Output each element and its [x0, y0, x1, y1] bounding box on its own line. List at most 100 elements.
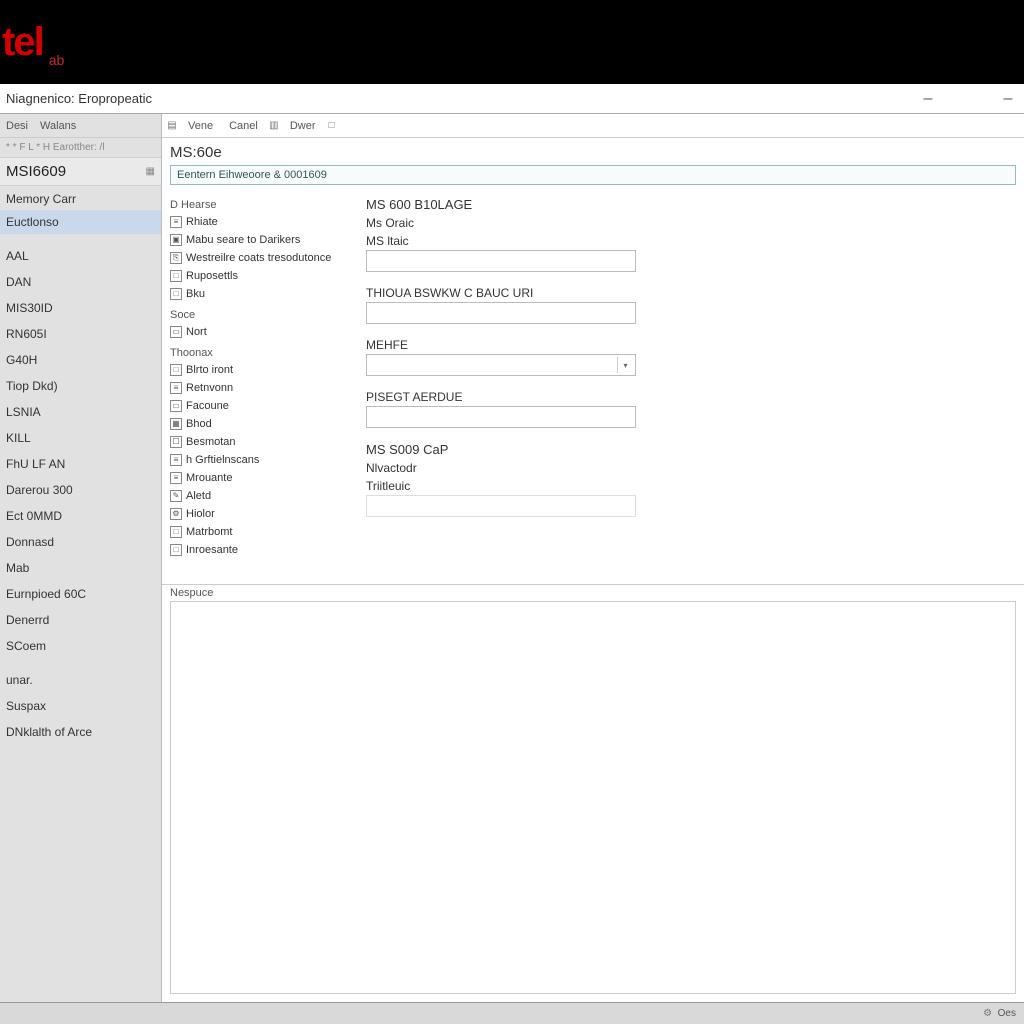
property-list: D Hearse ≡Rhiate ▣Mabu seare to Darikers…	[170, 193, 350, 584]
field-label: THIOUA BSWKW C BAUC URI	[366, 286, 1016, 300]
sidebar-item[interactable]: KILL	[0, 426, 161, 450]
window-title: Niagnenico: Eropropeatic	[6, 91, 152, 106]
check-icon: ☐	[170, 436, 182, 448]
sidebar-item[interactable]: Suspax	[0, 694, 161, 718]
property-heading: Soce	[170, 309, 350, 321]
sidebar-item[interactable]: Darerou 300	[0, 478, 161, 502]
property-row[interactable]: ≡Mrouante	[170, 469, 350, 487]
field-value: Nlvactodr	[366, 461, 1016, 475]
property-row[interactable]: ▭Facoune	[170, 397, 350, 415]
sidebar-item[interactable]: Mab	[0, 556, 161, 580]
property-row[interactable]: ⚙Hiolor	[170, 505, 350, 523]
property-row[interactable]: □Ruposettls	[170, 267, 350, 285]
select-input[interactable]: ▾	[366, 354, 636, 376]
status-text: Oes	[998, 1008, 1016, 1019]
body: D Hearse ≡Rhiate ▣Mabu seare to Darikers…	[162, 185, 1024, 584]
field-value: Ms Oraic	[366, 216, 1016, 230]
sidebar-item-selected[interactable]: Euctlonso	[0, 210, 161, 234]
card-icon: ▭	[170, 400, 182, 412]
app-icon: ▣	[170, 234, 182, 246]
property-label: h Grftielnscans	[186, 453, 259, 467]
property-row[interactable]: ≡ h Grftielnscans	[170, 451, 350, 469]
sidebar-item[interactable]: Ect 0MMD	[0, 504, 161, 528]
content-area: Desi Walans * * F L * H Earotther: /l MS…	[0, 114, 1024, 1002]
text-input[interactable]	[366, 250, 636, 272]
toolbar: ▤ Vene Canel ▥ Dwer □	[162, 114, 1024, 138]
sidebar-item[interactable]: G40H	[0, 348, 161, 372]
property-label: Bhod	[186, 417, 212, 431]
sidebar-item[interactable]: LSNIA	[0, 400, 161, 424]
window-title-bar: Niagnenico: Eropropeatic – –	[0, 84, 1024, 114]
page-title: MS:60e	[162, 138, 1024, 165]
property-label: Nort	[186, 325, 207, 339]
property-label: Inroesante	[186, 543, 238, 557]
property-row[interactable]: □ Matrbomt	[170, 523, 350, 541]
doc-icon: ▥	[268, 120, 280, 132]
link-icon: ⎘	[170, 252, 182, 264]
sidebar-title-label: MSI6609	[6, 163, 66, 180]
sidebar-group: AAL DAN MIS30ID RN605I G40H Tiop Dkd) LS…	[0, 244, 161, 658]
box-icon: □	[170, 544, 182, 556]
form-panel: MS 600 B10LAGE Ms Oraic MS ltaic THIOUA …	[366, 193, 1016, 584]
sidebar-menu-item[interactable]: Walans	[40, 120, 76, 132]
grid-icon[interactable]: ▦	[146, 166, 155, 177]
sidebar-toolbar: * * F L * H Earotther: /l	[0, 138, 161, 158]
sidebar-item[interactable]: RN605I	[0, 322, 161, 346]
property-row[interactable]: ☐Besmotan	[170, 433, 350, 451]
sidebar-item[interactable]: MIS30ID	[0, 296, 161, 320]
property-row[interactable]: □ Inroesante	[170, 541, 350, 559]
sidebar-item[interactable]: FhU LF AN	[0, 452, 161, 476]
folder-icon: ▭	[170, 326, 182, 338]
property-row[interactable]: ▣ Mabu seare to Darikers	[170, 231, 350, 249]
app-root: tel ab Niagnenico: Eropropeatic – – Desi…	[0, 0, 1024, 1024]
property-label: Mabu seare to Darikers	[186, 233, 300, 247]
grid-icon: ▦	[170, 418, 182, 430]
sidebar-item[interactable]: Donnasd	[0, 530, 161, 554]
brand-sub: ab	[49, 52, 65, 68]
property-label: Matrbomt	[186, 525, 232, 539]
gear-icon[interactable]: ⚙	[982, 1008, 994, 1020]
chevron-down-icon: ▾	[617, 357, 633, 373]
property-row[interactable]: ≡Rhiate	[170, 213, 350, 231]
sidebar-item[interactable]: Tiop Dkd)	[0, 374, 161, 398]
property-row[interactable]: ≡Retnvonn	[170, 379, 350, 397]
sidebar-item[interactable]: unar.	[0, 668, 161, 692]
property-label: Bku	[186, 287, 205, 301]
property-label: Blrto iront	[186, 363, 233, 377]
edit-icon: ✎	[170, 490, 182, 502]
close-button[interactable]: –	[998, 89, 1018, 109]
square-icon: □	[326, 120, 338, 132]
toolbar-button[interactable]: Canel	[223, 116, 264, 136]
minimize-button[interactable]: –	[918, 89, 938, 109]
field-label: MEHFE	[366, 338, 1016, 352]
property-row[interactable]: □ Bku	[170, 285, 350, 303]
field-value: MS ltaic	[366, 234, 1016, 248]
notes-area[interactable]	[170, 601, 1016, 994]
box-icon: □	[170, 364, 182, 376]
text-input[interactable]	[366, 302, 636, 324]
list-icon: ≡	[170, 454, 182, 466]
sidebar-item[interactable]: AAL	[0, 244, 161, 268]
property-row[interactable]: ⎘Westreilre coats tresodutonce	[170, 249, 350, 267]
sidebar-menu: Desi Walans	[0, 114, 161, 138]
toolbar-button[interactable]: Vene	[182, 116, 219, 136]
property-label: Rhiate	[186, 215, 218, 229]
text-input[interactable]	[366, 406, 636, 428]
property-row[interactable]: ▦ Bhod	[170, 415, 350, 433]
property-row[interactable]: □ Blrto iront	[170, 361, 350, 379]
sidebar-item[interactable]: Denerrd	[0, 608, 161, 632]
box-icon: □	[170, 526, 182, 538]
property-row[interactable]: ✎Aletd	[170, 487, 350, 505]
field-label: MS 600 B10LAGE	[366, 197, 1016, 212]
sidebar-item[interactable]: SCoem	[0, 634, 161, 658]
text-input[interactable]	[366, 495, 636, 517]
sidebar-menu-item[interactable]: Desi	[6, 120, 28, 132]
sidebar-item[interactable]: DAN	[0, 270, 161, 294]
property-row[interactable]: ▭ Nort	[170, 323, 350, 341]
property-heading: D Hearse	[170, 199, 350, 211]
box-icon: □	[170, 288, 182, 300]
sidebar-item[interactable]: Eurnpioed 60C	[0, 582, 161, 606]
sidebar-item[interactable]: DNklalth of Arce	[0, 720, 161, 744]
list-icon: ≡	[170, 382, 182, 394]
toolbar-button[interactable]: Dwer	[284, 116, 322, 136]
